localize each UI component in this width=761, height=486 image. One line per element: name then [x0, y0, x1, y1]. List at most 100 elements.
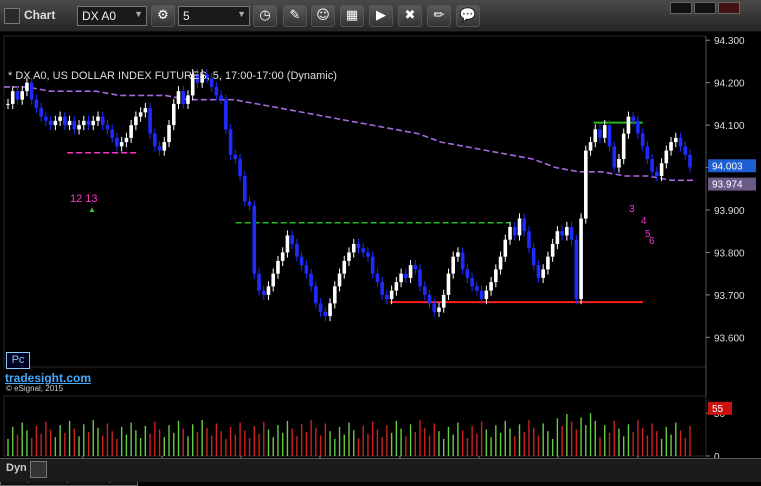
candle-body: [607, 125, 612, 147]
play-icon[interactable]: ▶: [369, 5, 393, 27]
candle-body: [295, 243, 299, 257]
candle-body: [181, 91, 186, 104]
grid-icon[interactable]: ▦: [340, 5, 364, 27]
candle-body: [48, 120, 53, 126]
candle-body: [598, 129, 602, 138]
copyright: © eSignal, 2015: [6, 384, 64, 393]
candle-body: [370, 256, 375, 274]
y-tick-label: 94.100: [714, 121, 745, 132]
candle-body: [214, 86, 219, 96]
pencil-icon[interactable]: ✏: [427, 5, 451, 27]
candle-body: [517, 218, 522, 236]
candle-body: [58, 116, 62, 121]
volume-value-label: 55: [712, 404, 724, 415]
candle-body: [29, 82, 34, 100]
candle-body: [261, 290, 266, 295]
candle-body: [631, 116, 635, 121]
candle-body: [418, 269, 422, 287]
candle-body: [332, 286, 337, 304]
clock-settings-icon[interactable]: ◷: [253, 5, 277, 27]
y-tick-label: 94.300: [714, 36, 745, 47]
close-icon[interactable]: [718, 2, 740, 14]
candle-body: [63, 116, 67, 126]
candle-body: [584, 150, 588, 219]
candle-body: [157, 146, 162, 151]
settings-icon[interactable]: ⚙: [151, 5, 175, 27]
candle-body: [565, 226, 569, 236]
interval-select[interactable]: 5 ▼: [178, 6, 250, 26]
chevron-down-icon[interactable]: ▼: [134, 9, 143, 19]
candle-body: [470, 277, 474, 287]
minimize-icon[interactable]: [670, 2, 692, 14]
candle-body: [512, 226, 517, 236]
candle-body: [356, 243, 361, 249]
candle-body: [441, 294, 446, 308]
candle-body: [456, 252, 460, 257]
candle-body: [484, 290, 489, 300]
candle-body: [617, 159, 621, 168]
candle-body: [489, 282, 493, 291]
candle-body: [366, 252, 370, 257]
candle-body: [100, 116, 105, 126]
candle-body: [304, 265, 309, 274]
candle-body: [546, 256, 550, 270]
chevron-down-icon[interactable]: ▼: [237, 9, 246, 19]
setup-count-6: 6: [649, 236, 655, 247]
candle-body: [659, 163, 664, 177]
candle-body: [186, 95, 190, 104]
candle-body: [219, 95, 223, 100]
candle-body: [39, 108, 43, 117]
chat-icon[interactable]: 💬: [456, 5, 480, 27]
candle-body: [569, 226, 574, 240]
candle-body: [299, 256, 304, 266]
candle-body: [96, 116, 100, 121]
candle-body: [503, 239, 508, 257]
candle-body: [655, 171, 659, 177]
candle-body: [119, 142, 124, 147]
candle-body: [129, 125, 133, 138]
tradesight-link[interactable]: tradesight.com: [5, 371, 91, 385]
current-price-label: 94.003: [712, 161, 743, 172]
candle-body: [550, 243, 555, 257]
candle-body: [337, 273, 342, 287]
candle-body: [688, 154, 692, 168]
candle-body: [243, 176, 247, 202]
candle-body: [475, 286, 479, 291]
panel-pc-button[interactable]: Pc: [6, 352, 30, 369]
candle-body: [86, 120, 91, 126]
setup-count-3: 3: [629, 204, 635, 215]
candle-body: [110, 129, 114, 138]
candle-body: [375, 273, 380, 283]
candle-body: [238, 159, 242, 177]
candle-body: [479, 290, 484, 300]
candle-body: [531, 248, 536, 266]
candle-body: [683, 146, 688, 155]
candle-body: [669, 142, 673, 151]
candle-body: [314, 286, 318, 304]
maximize-icon[interactable]: [694, 2, 716, 14]
candle-body: [143, 108, 148, 113]
candle-body: [664, 150, 669, 164]
candle-body: [77, 125, 81, 130]
candle-body: [621, 133, 626, 160]
symbol-value: DX A0: [82, 9, 117, 23]
pen-icon[interactable]: ✎: [283, 5, 307, 27]
candle-body: [280, 252, 285, 261]
candle-body: [328, 303, 332, 317]
candle-body: [342, 260, 347, 274]
candle-body: [10, 91, 15, 104]
candle-body: [555, 231, 560, 244]
candle-body: [394, 282, 399, 291]
dynamic-toggle-icon[interactable]: [30, 461, 47, 478]
candle-body: [323, 311, 328, 317]
candle-body: [53, 120, 58, 126]
smile-icon[interactable]: ☺: [311, 5, 335, 27]
candle-body: [437, 307, 441, 312]
candle-body: [527, 231, 531, 249]
y-tick-label: 93.600: [714, 333, 745, 344]
candle-body: [626, 116, 631, 134]
candle-body: [34, 99, 39, 109]
symbol-input[interactable]: DX A0 ▼: [77, 6, 147, 26]
candle-body: [290, 235, 294, 244]
delete-icon[interactable]: ✖: [398, 5, 422, 27]
